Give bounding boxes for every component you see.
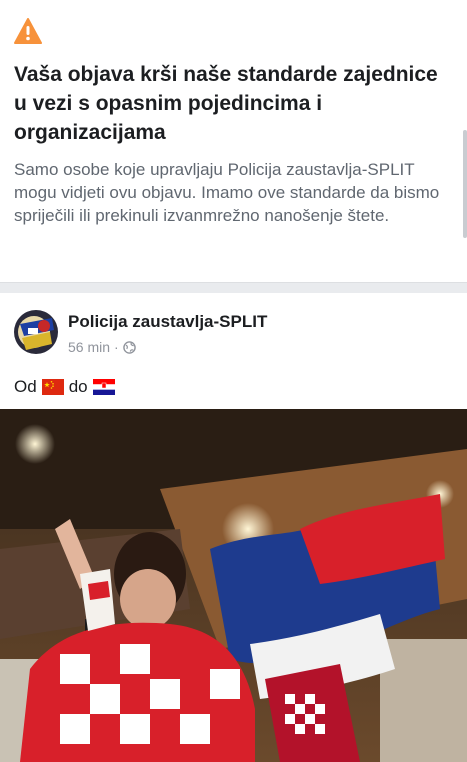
post-text-to: do xyxy=(68,377,88,396)
notice-body: Samo osobe koje upravljaju Policija zaus… xyxy=(14,160,440,225)
notice-title: Vaša objava krši naše standarde zajednic… xyxy=(14,63,438,144)
meta-separator: · xyxy=(114,339,119,355)
china-flag-icon xyxy=(41,379,64,395)
croatia-flag-icon xyxy=(92,379,115,395)
video-frame xyxy=(0,409,467,762)
page-name-link[interactable]: Policija zaustavlja-SPLIT xyxy=(68,312,267,332)
post-time[interactable]: 56 min xyxy=(68,339,110,355)
policy-notice: Vaša objava krši naše standarde zajednic… xyxy=(0,0,467,282)
post-meta: 56 min · xyxy=(68,339,136,355)
globe-icon[interactable] xyxy=(122,340,136,354)
scrollbar[interactable] xyxy=(463,130,467,238)
warning-triangle-icon xyxy=(14,18,42,44)
post-text: Od do xyxy=(14,377,115,397)
post-video[interactable] xyxy=(0,409,467,762)
page-avatar[interactable] xyxy=(14,310,58,354)
feed-divider xyxy=(0,282,467,293)
post-text-from: Od xyxy=(14,377,37,396)
post-card: Policija zaustavlja-SPLIT 56 min · Od do xyxy=(0,293,467,762)
